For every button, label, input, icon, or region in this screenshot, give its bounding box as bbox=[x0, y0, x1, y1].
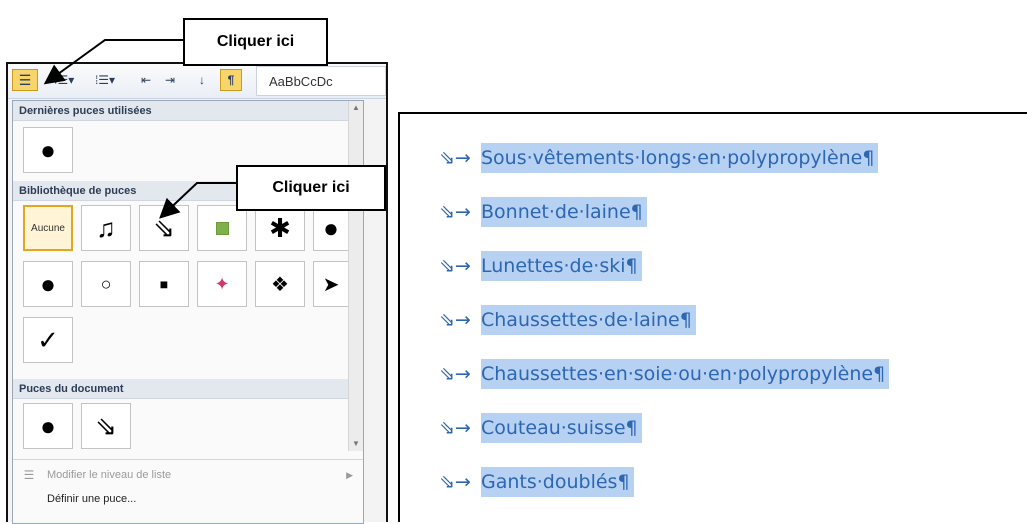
bullet-dot[interactable]: ● bbox=[23, 261, 73, 307]
change-list-level-label: Modifier le niveau de liste bbox=[47, 469, 172, 481]
hand-arrow-bullet-icon: ⇘→ bbox=[439, 201, 471, 223]
hand-arrow-bullet-icon: ⇘→ bbox=[439, 363, 471, 385]
color-star-icon: ✦ bbox=[214, 273, 230, 294]
callout-click-here-2: Cliquer ici bbox=[236, 165, 386, 211]
multilevel-list-button[interactable]: ⁞☰▾ bbox=[88, 69, 122, 91]
hollow-circle-icon: ○ bbox=[100, 273, 112, 294]
document-bullet-dot[interactable]: ● bbox=[23, 403, 73, 449]
change-list-level-item[interactable]: ☰ Modifier le niveau de liste ▶ bbox=[13, 463, 363, 487]
bullet-library-dropdown: Dernières puces utilisées ● Bibliothèque… bbox=[12, 100, 364, 524]
dot-bullet-icon: ● bbox=[40, 410, 56, 441]
hand-arrow-bullet-icon: ⇘→ bbox=[439, 471, 471, 493]
list-item[interactable]: ⇘→ Chaussettes·de·laine¶ bbox=[439, 302, 696, 338]
bullet-dot-2[interactable]: ● bbox=[313, 205, 349, 251]
hand-arrow-bullet-icon: ⇘→ bbox=[439, 417, 471, 439]
hand-arrow-bullet-icon: ⇘→ bbox=[439, 309, 471, 331]
bullet-arrowhead[interactable]: ➤ bbox=[313, 261, 349, 307]
numbering-button[interactable]: ⁝☰▾ bbox=[48, 69, 80, 91]
dropdown-scrollbar[interactable]: ▲ ▼ bbox=[348, 101, 363, 451]
hand-arrow-icon: ⇘ bbox=[153, 212, 175, 243]
ribbon-paragraph-group: ☰ ⁝☰▾ ⁞☰▾ ⇤ ⇥ ↓ ¶ AaBbCcDc bbox=[8, 64, 386, 99]
list-item[interactable]: ⇘→ Bonnet·de·laine¶ bbox=[439, 194, 647, 230]
hand-arrow-icon: ⇘ bbox=[95, 410, 117, 441]
list-item[interactable]: ⇘→ Gants·doublés¶ bbox=[439, 464, 634, 500]
bullet-color-star[interactable]: ✦ bbox=[197, 261, 247, 307]
word-bullets-panel: ☰ ⁝☰▾ ⁞☰▾ ⇤ ⇥ ↓ ¶ AaBbCcDc Dernières puc… bbox=[6, 62, 388, 524]
bullet-green-square[interactable] bbox=[197, 205, 247, 251]
submenu-arrow-icon: ▶ bbox=[346, 470, 353, 480]
bullet-star[interactable]: ✱ bbox=[255, 205, 305, 251]
document-page: ⇘→ Sous·vêtements·longs·en·polypropylène¶… bbox=[398, 112, 1027, 522]
dot-bullet-icon: ● bbox=[40, 134, 56, 165]
decrease-indent-button[interactable]: ⇤ bbox=[136, 69, 156, 91]
hand-arrow-bullet-icon: ⇘→ bbox=[439, 147, 471, 169]
bullets-button[interactable]: ☰ bbox=[12, 69, 38, 91]
bullet-hand-arrow[interactable]: ⇘ bbox=[139, 205, 189, 251]
numbering-icon: ⁝☰▾ bbox=[53, 73, 75, 87]
star-icon: ✱ bbox=[269, 212, 291, 243]
arrowhead-icon: ➤ bbox=[322, 273, 340, 296]
bullet-diamond-dots[interactable]: ❖ bbox=[255, 261, 305, 307]
diamond-dots-icon: ❖ bbox=[271, 273, 289, 296]
dot-bullet-icon: ● bbox=[323, 212, 339, 243]
decrease-indent-icon: ⇤ bbox=[140, 73, 152, 87]
checkmark-icon: ✓ bbox=[37, 324, 59, 355]
define-new-bullet-label: Définir une puce... bbox=[47, 493, 137, 505]
square-icon: ■ bbox=[159, 276, 169, 292]
list-item[interactable]: ⇘→ Sous·vêtements·longs·en·polypropylène¶ bbox=[439, 140, 879, 176]
multilevel-list-icon: ⁞☰▾ bbox=[94, 73, 116, 87]
list-level-icon: ☰ bbox=[23, 468, 35, 482]
bullet-checkmark[interactable]: ✓ bbox=[23, 317, 73, 363]
none-label: Aucune bbox=[31, 222, 65, 234]
sort-icon: ↓ bbox=[199, 73, 205, 87]
bullets-icon: ☰ bbox=[18, 71, 32, 88]
bullet-square[interactable]: ■ bbox=[139, 261, 189, 307]
bullet-hollow-circle[interactable]: ○ bbox=[81, 261, 131, 307]
show-formatting-button[interactable]: ¶ bbox=[220, 69, 242, 91]
list-item[interactable]: ⇘→ Couteau·suisse¶ bbox=[439, 410, 642, 446]
styles-preview: AaBbCcDc bbox=[269, 73, 333, 89]
list-item[interactable]: ⇘→ Chaussettes·en·soie·ou·en·polypropylèn… bbox=[439, 356, 890, 392]
recent-bullet-dot[interactable]: ● bbox=[23, 127, 73, 173]
callout-click-here-1: Cliquer ici bbox=[183, 18, 328, 66]
bullet-music-note[interactable]: ♫ bbox=[81, 205, 131, 251]
document-bullets-header: Puces du document bbox=[13, 379, 363, 399]
document-bullet-hand-arrow[interactable]: ⇘ bbox=[81, 403, 131, 449]
increase-indent-button[interactable]: ⇥ bbox=[160, 69, 180, 91]
music-note-icon: ♫ bbox=[96, 212, 116, 243]
menu-separator bbox=[13, 459, 363, 460]
styles-gallery[interactable]: AaBbCcDc bbox=[256, 66, 386, 96]
recent-bullets-header: Dernières puces utilisées bbox=[13, 101, 363, 121]
hand-arrow-bullet-icon: ⇘→ bbox=[439, 255, 471, 277]
pilcrow-icon: ¶ bbox=[227, 73, 235, 87]
list-item[interactable]: ⇘→ Lunettes·de·ski¶ bbox=[439, 248, 642, 284]
sort-button[interactable]: ↓ bbox=[192, 69, 212, 91]
define-new-bullet-item[interactable]: Définir une puce... bbox=[13, 487, 363, 511]
scroll-up-arrow-icon[interactable]: ▲ bbox=[349, 101, 363, 115]
bullet-none[interactable]: Aucune bbox=[23, 205, 73, 251]
dot-bullet-icon: ● bbox=[40, 268, 56, 299]
scroll-down-arrow-icon[interactable]: ▼ bbox=[349, 437, 363, 451]
increase-indent-icon: ⇥ bbox=[164, 73, 176, 87]
